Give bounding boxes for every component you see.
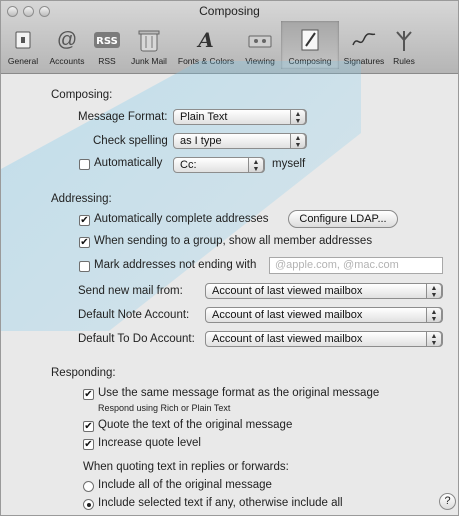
automatically-checkbox[interactable] xyxy=(79,159,90,170)
preferences-window: Composing General @ Accounts RSS RSS Jun… xyxy=(0,0,459,516)
check-spelling-label: Check spelling xyxy=(93,135,168,147)
default-todo-label: Default To Do Account: xyxy=(78,333,195,345)
toolbar-label: RSS xyxy=(98,56,116,66)
svg-text:RSS: RSS xyxy=(96,36,118,47)
default-note-popup[interactable]: Account of last viewed mailbox ▲ ▼ xyxy=(205,307,443,323)
increase-quote-label: Increase quote level xyxy=(98,437,201,449)
toolbar-label: Junk Mail xyxy=(131,56,167,66)
toolbar-label: Rules xyxy=(393,56,415,66)
addressing-heading: Addressing: xyxy=(51,193,112,205)
auto-complete-label: Automatically complete addresses xyxy=(94,213,269,225)
general-icon xyxy=(8,27,38,53)
default-todo-value: Account of last viewed mailbox xyxy=(212,333,363,345)
default-note-label: Default Note Account: xyxy=(78,309,190,321)
increase-quote-checkbox[interactable]: ✔ xyxy=(83,439,94,450)
mark-addresses-input[interactable]: @apple.com, @mac.com xyxy=(269,257,443,274)
send-new-mail-label: Send new mail from: xyxy=(78,285,183,297)
toolbar-label: Composing xyxy=(288,56,332,66)
message-format-popup[interactable]: Plain Text ▲ ▼ xyxy=(173,109,307,125)
check-spelling-value: as I type xyxy=(180,135,222,147)
help-button[interactable]: ? xyxy=(439,493,456,510)
toolbar-signatures[interactable]: Signatures xyxy=(339,21,389,69)
chevron-updown-icon: ▲ ▼ xyxy=(426,307,442,323)
cc-popup[interactable]: Cc: ▲ ▼ xyxy=(173,157,265,173)
chevron-updown-icon: ▲ ▼ xyxy=(426,283,442,299)
toolbar-junk-mail[interactable]: Junk Mail xyxy=(125,21,173,69)
toolbar-fonts-colors[interactable]: A Fonts & Colors xyxy=(173,21,239,69)
mark-addresses-checkbox[interactable] xyxy=(79,261,90,272)
mark-addresses-label: Mark addresses not ending with xyxy=(94,259,257,271)
window-title: Composing xyxy=(199,4,260,18)
quote-text-checkbox[interactable]: ✔ xyxy=(83,421,94,432)
include-all-label: Include all of the original message xyxy=(98,479,272,491)
same-format-checkbox[interactable]: ✔ xyxy=(83,389,94,400)
chevron-updown-icon: ▲ ▼ xyxy=(426,331,442,347)
default-note-value: Account of last viewed mailbox xyxy=(212,309,363,321)
when-quoting-label: When quoting text in replies or forwards… xyxy=(83,461,289,473)
toolbar-viewing[interactable]: Viewing xyxy=(239,21,281,69)
default-todo-popup[interactable]: Account of last viewed mailbox ▲ ▼ xyxy=(205,331,443,347)
toolbar-label: Fonts & Colors xyxy=(177,56,235,66)
message-format-value: Plain Text xyxy=(180,111,228,123)
font-icon: A xyxy=(198,28,214,52)
toolbar-composing[interactable]: Composing xyxy=(281,21,339,69)
auto-complete-checkbox[interactable]: ✔ xyxy=(79,215,90,226)
toolbar-rss[interactable]: RSS RSS xyxy=(89,21,125,69)
toolbar-label: Viewing xyxy=(245,56,275,66)
viewing-icon xyxy=(245,27,275,53)
check-spelling-popup[interactable]: as I type ▲ ▼ xyxy=(173,133,307,149)
quote-text-label: Quote the text of the original message xyxy=(98,419,293,431)
chevron-updown-icon: ▲ ▼ xyxy=(290,133,306,149)
at-icon: @ xyxy=(56,28,78,51)
title-bar: Composing General @ Accounts RSS RSS Jun… xyxy=(1,1,458,74)
trash-icon xyxy=(134,27,164,53)
include-selected-label: Include selected text if any, otherwise … xyxy=(98,497,343,509)
same-format-label: Use the same message format as the origi… xyxy=(98,387,380,399)
toolbar-label: General xyxy=(7,56,39,66)
message-format-label: Message Format: xyxy=(78,111,168,123)
chevron-updown-icon: ▲ ▼ xyxy=(290,109,306,125)
chevron-updown-icon: ▲ ▼ xyxy=(248,157,264,173)
include-all-radio[interactable] xyxy=(83,481,94,492)
configure-ldap-button[interactable]: Configure LDAP... xyxy=(288,210,398,228)
toolbar-label: Accounts xyxy=(49,56,85,66)
send-new-mail-value: Account of last viewed mailbox xyxy=(212,285,363,297)
compose-icon xyxy=(295,27,325,53)
send-new-mail-popup[interactable]: Account of last viewed mailbox ▲ ▼ xyxy=(205,283,443,299)
toolbar-rules[interactable]: Rules xyxy=(389,21,419,69)
same-format-sublabel: Respond using Rich or Plain Text xyxy=(98,403,231,413)
composing-heading: Composing: xyxy=(51,89,113,101)
rules-icon xyxy=(389,27,419,53)
toolbar-general[interactable]: General xyxy=(1,21,45,69)
cc-value: Cc: xyxy=(180,159,197,171)
signature-icon xyxy=(349,27,379,53)
toolbar-accounts[interactable]: @ Accounts xyxy=(45,21,89,69)
myself-label: myself xyxy=(272,158,306,170)
toolbar-label: Signatures xyxy=(343,56,385,66)
rss-icon: RSS xyxy=(92,27,122,53)
responding-heading: Responding: xyxy=(51,367,116,379)
group-addresses-label: When sending to a group, show all member… xyxy=(94,235,373,247)
preferences-toolbar: General @ Accounts RSS RSS Junk Mail A F… xyxy=(1,21,458,71)
group-addresses-checkbox[interactable]: ✔ xyxy=(79,237,90,248)
include-selected-radio[interactable] xyxy=(83,499,94,510)
automatically-label: Automatically xyxy=(94,157,163,169)
